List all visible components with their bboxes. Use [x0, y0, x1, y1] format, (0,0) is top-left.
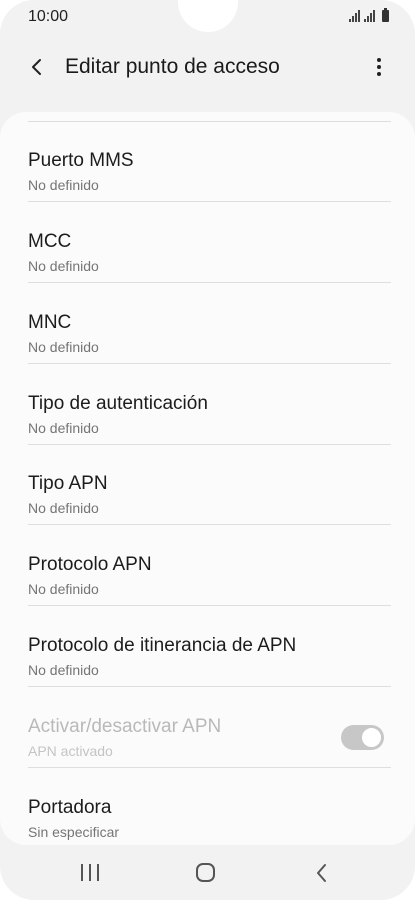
- list-item-title: MNC: [28, 312, 72, 333]
- list-item-mnc[interactable]: MNC No definido: [0, 283, 415, 364]
- list-item-subtitle: No definido: [28, 500, 99, 516]
- navigation-bar: [0, 846, 415, 900]
- list-item-title: Portadora: [28, 797, 112, 818]
- list-item-subtitle: No definido: [28, 662, 99, 678]
- status-icons: [349, 8, 389, 22]
- list-item-tipo-autenticacion[interactable]: Tipo de autenticación No definido: [0, 364, 415, 445]
- list-item-puerto-mms[interactable]: Puerto MMS No definido: [0, 121, 415, 202]
- list-item-subtitle: No definido: [28, 258, 99, 274]
- phone-screen: 10:00 Editar punto de acceso Puerto MMS …: [0, 0, 415, 900]
- list-item-subtitle: No definido: [28, 339, 99, 355]
- list-item-title: Protocolo APN: [28, 554, 152, 575]
- list-item-subtitle: Sin especificar: [28, 824, 120, 840]
- list-item-title: Activar/desactivar APN: [28, 716, 222, 737]
- list-item-activar-apn: Activar/desactivar APN APN activado: [0, 687, 415, 768]
- list-item-mcc[interactable]: MCC No definido: [0, 202, 415, 283]
- list-item-title: Tipo de autenticación: [28, 393, 208, 414]
- list-item-subtitle: No definido: [28, 177, 99, 193]
- list-item-subtitle: No definido: [28, 581, 99, 597]
- list-item-title: Puerto MMS: [28, 150, 134, 171]
- battery-icon: [382, 8, 389, 22]
- app-bar: Editar punto de acceso: [0, 40, 415, 96]
- list-item-protocolo-itinerancia[interactable]: Protocolo de itinerancia de APN No defin…: [0, 606, 415, 687]
- chevron-left-icon[interactable]: [22, 52, 52, 82]
- list-item-protocolo-apn[interactable]: Protocolo APN No definido: [0, 525, 415, 606]
- more-vertical-icon[interactable]: [367, 52, 391, 82]
- list-item-subtitle: APN activado: [28, 743, 113, 759]
- page-title: Editar punto de acceso: [65, 55, 280, 78]
- list-item-portadora[interactable]: Portadora Sin especificar: [0, 768, 415, 845]
- settings-list: Puerto MMS No definido MCC No definido M…: [0, 112, 415, 845]
- list-item-subtitle: No definido: [28, 420, 99, 436]
- back-icon[interactable]: [312, 862, 332, 884]
- signal-icon: [349, 10, 360, 22]
- list-item-title: MCC: [28, 231, 72, 252]
- toggle-knob: [360, 726, 383, 749]
- list-item-tipo-apn[interactable]: Tipo APN No definido: [0, 444, 415, 525]
- status-bar: 10:00: [0, 0, 415, 36]
- list-item-title: Tipo APN: [28, 473, 108, 494]
- camera-notch: [178, 0, 238, 32]
- recents-icon[interactable]: [81, 864, 99, 881]
- status-time: 10:00: [28, 8, 69, 25]
- apn-toggle-switch[interactable]: [341, 725, 384, 750]
- home-icon[interactable]: [196, 863, 215, 882]
- list-item-title: Protocolo de itinerancia de APN: [28, 635, 297, 656]
- signal-icon-2: [364, 10, 375, 22]
